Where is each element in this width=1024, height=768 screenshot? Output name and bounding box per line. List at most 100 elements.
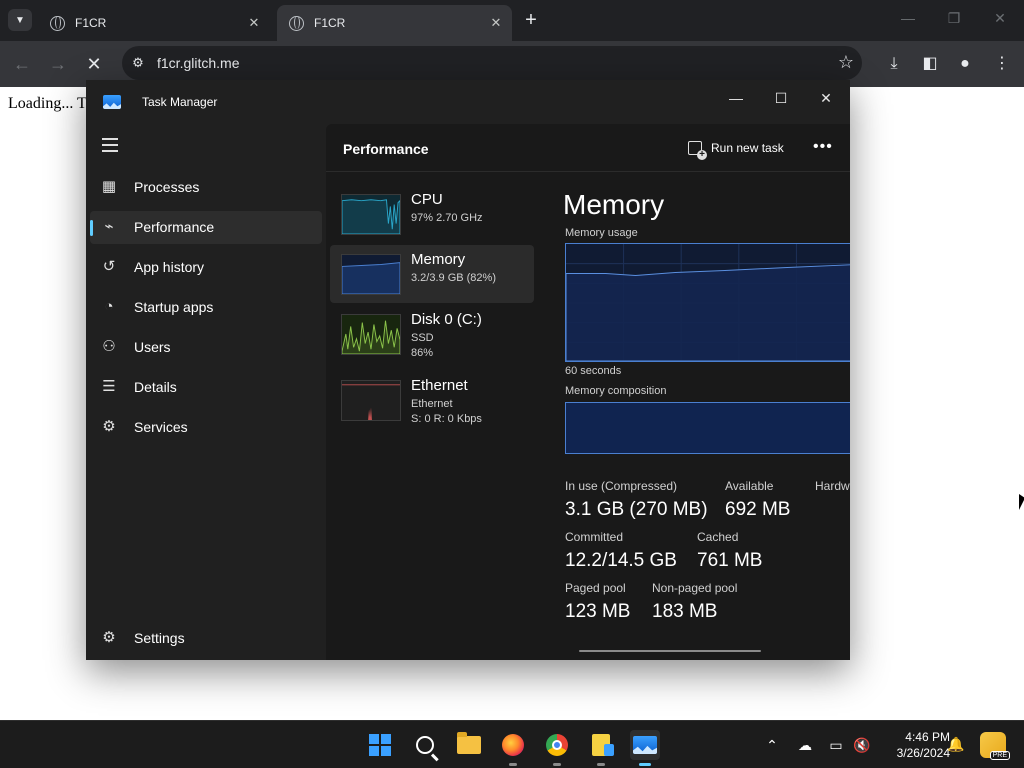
address-bar[interactable]: ⚙ f1cr.glitch.me ☆ [122, 46, 862, 80]
task-manager-button[interactable] [630, 730, 660, 766]
cloud-offline-icon[interactable]: ☁ [795, 735, 815, 755]
nav-item-performance[interactable]: ⌁ Performance [90, 211, 322, 244]
services-icon: ⚙ [102, 418, 116, 435]
minimize-icon[interactable]: — [898, 10, 918, 26]
resource-item-disk[interactable]: Disk 0 (C:) SSD 86% [330, 305, 534, 363]
file-explorer-button[interactable] [454, 730, 484, 760]
users-icon: ⚇ [102, 338, 116, 355]
nav-item-label: Startup apps [134, 299, 214, 315]
run-new-task-button[interactable]: Run new task [688, 138, 784, 160]
tab-search-button[interactable]: ▼ [8, 9, 32, 31]
site-info-icon[interactable]: ⚙ [130, 55, 146, 71]
tab-close-icon[interactable]: ✕ [246, 15, 262, 31]
nav-item-label: Processes [134, 179, 200, 195]
task-manager-icon [633, 736, 657, 754]
stat-label: Committed [565, 530, 624, 544]
display-icon[interactable]: ▭ [826, 735, 846, 755]
start-button[interactable] [365, 730, 395, 760]
url-text[interactable]: f1cr.glitch.me [157, 55, 239, 71]
browser-tab[interactable]: F1CR ✕ [38, 5, 270, 41]
resource-item-ethernet[interactable]: Ethernet Ethernet S: 0 R: 0 Kbps [330, 371, 534, 429]
task-manager-window: Task Manager — ☐ ✕ ▦ Processes ⌁ Perform… [86, 80, 850, 660]
chrome-button[interactable] [542, 730, 572, 766]
history-icon: ↺ [102, 258, 116, 275]
task-manager-titlebar[interactable]: Task Manager — ☐ ✕ [86, 80, 850, 124]
memory-composition-label: Memory composition [565, 385, 667, 397]
close-icon[interactable]: ✕ [990, 10, 1010, 27]
run-task-icon [688, 141, 707, 160]
search-button[interactable] [410, 730, 440, 760]
new-tab-button[interactable]: + [520, 9, 542, 31]
chevron-up-icon[interactable]: ⌃ [762, 735, 782, 755]
preview-badge: PRE [989, 751, 1010, 760]
notification-bell-icon[interactable]: 🔔 [947, 736, 964, 754]
clock-date: 3/26/2024 [896, 746, 950, 760]
stat-label: Cached [697, 530, 739, 544]
browser-tabstrip: ▼ F1CR ✕ F1CR ✕ + — ❐ ✕ [0, 0, 1024, 41]
globe-icon [289, 15, 304, 31]
menu-icon[interactable]: ⋮ [991, 53, 1013, 75]
window-title: Task Manager [142, 95, 218, 109]
nav-item-label: Performance [134, 219, 215, 235]
nav-item-label: App history [134, 259, 205, 275]
nav-item-settings[interactable]: ⚙ Settings [90, 622, 322, 655]
notes-button[interactable] [586, 730, 616, 766]
nav-item-services[interactable]: ⚙ Services [90, 411, 322, 444]
stat-value: 123 MB [565, 601, 631, 622]
details-icon: ☰ [102, 378, 116, 395]
tab-title: F1CR [75, 16, 107, 30]
nav-item-startup-apps[interactable]: ◔ Startup apps [90, 291, 322, 324]
clock[interactable]: 4:46 PM 3/26/2024 [880, 729, 950, 761]
memory-usage-graph [565, 243, 850, 362]
detail-title: Memory [563, 189, 665, 220]
more-options-icon[interactable]: ••• [813, 138, 833, 156]
forward-icon[interactable]: → [47, 53, 69, 75]
disk-thumbnail-graph [341, 314, 401, 355]
nav-item-processes[interactable]: ▦ Processes [90, 171, 322, 204]
restore-icon[interactable]: ❐ [944, 10, 964, 27]
nav-item-label: Settings [134, 630, 185, 646]
resource-detail: 97% 2.70 GHz [411, 212, 483, 224]
nav-item-label: Users [134, 339, 171, 355]
close-icon[interactable]: ✕ [811, 85, 841, 111]
stat-label: Non-paged pool [652, 581, 738, 595]
page-loading-text: Loading... T [8, 95, 87, 112]
resource-detail: 86% [411, 347, 434, 359]
firefox-button[interactable] [498, 730, 528, 766]
memory-thumbnail-graph [341, 254, 401, 295]
bookmark-star-icon[interactable]: ☆ [838, 52, 854, 73]
ethernet-thumbnail-graph [341, 380, 401, 421]
copilot-button[interactable]: PRE [980, 732, 1010, 760]
nav-item-app-history[interactable]: ↺ App history [90, 251, 322, 284]
firefox-icon [502, 734, 524, 756]
memory-composition-bar [565, 402, 850, 454]
nav-item-users[interactable]: ⚇ Users [90, 331, 322, 364]
volume-muted-icon[interactable]: 🔇 [852, 735, 872, 755]
maximize-icon[interactable]: ☐ [766, 85, 796, 111]
clock-time: 4:46 PM [905, 730, 950, 744]
graph-time-label: 60 seconds [565, 365, 622, 377]
content-header: Performance Run new task ••• [326, 124, 850, 172]
task-manager-logo-icon [103, 95, 121, 109]
profile-icon[interactable]: ● [954, 53, 976, 75]
resource-detail: SSD [411, 332, 434, 344]
stop-loading-icon[interactable]: ✕ [83, 53, 105, 75]
minimize-icon[interactable]: — [721, 85, 751, 111]
browser-tab-active[interactable]: F1CR ✕ [277, 5, 512, 41]
download-icon[interactable]: ⤓ [883, 53, 905, 75]
horizontal-scrollbar[interactable] [579, 650, 761, 652]
startup-icon: ◔ [104, 298, 114, 315]
nav-item-details[interactable]: ☰ Details [90, 371, 322, 404]
side-panel-icon[interactable]: ◧ [919, 53, 941, 75]
tab-close-icon[interactable]: ✕ [488, 15, 504, 31]
stat-value: 3.1 GB (270 MB) [565, 499, 708, 520]
tab-title: F1CR [314, 16, 346, 30]
gear-icon: ⚙ [102, 629, 116, 646]
start-icon [369, 734, 391, 756]
resource-item-memory[interactable]: Memory 3.2/3.9 GB (82%) [330, 245, 534, 303]
hamburger-menu-icon[interactable] [102, 138, 118, 152]
resource-item-cpu[interactable]: CPU 97% 2.70 GHz [330, 185, 534, 243]
back-icon[interactable]: ← [11, 53, 33, 75]
chrome-icon [546, 734, 568, 756]
task-manager-sidebar: ▦ Processes ⌁ Performance ↺ App history … [86, 124, 326, 660]
